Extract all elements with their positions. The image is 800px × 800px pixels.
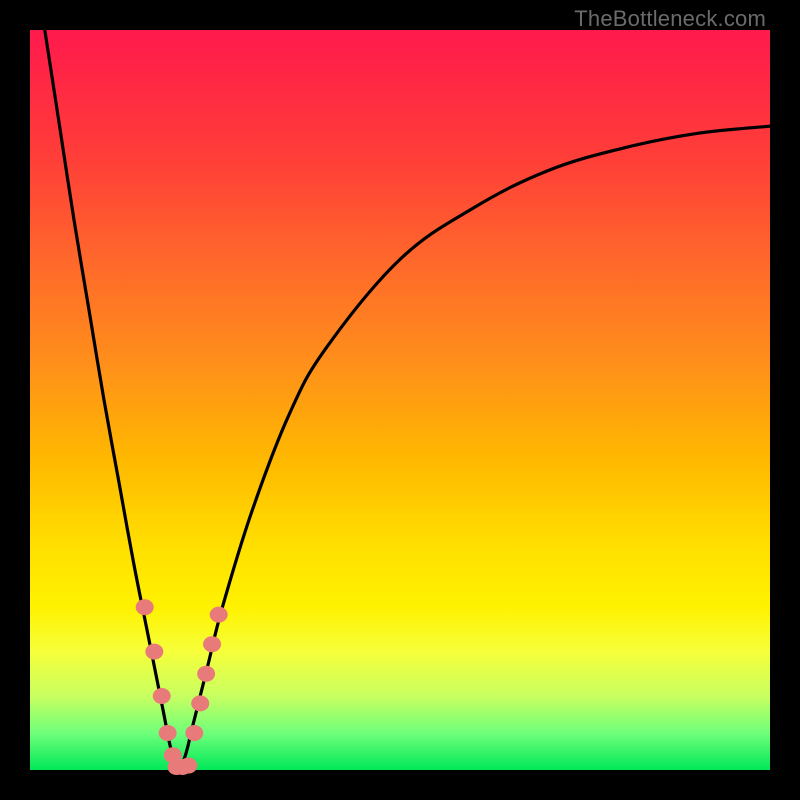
dots-right-branch-dot (197, 666, 215, 682)
dots-right-branch-dot (203, 636, 221, 652)
chart-svg (30, 30, 770, 770)
chart-frame: TheBottleneck.com (0, 0, 800, 800)
dots-right-branch-dot (210, 607, 228, 623)
marker-layer (136, 599, 228, 775)
dots-left-branch-dot (159, 725, 177, 741)
dots-right-branch-dot (191, 695, 209, 711)
dots-right-branch-dot (185, 725, 203, 741)
plot-area (30, 30, 770, 770)
dots-left-branch-dot (136, 599, 154, 615)
dots-left-branch-dot (145, 644, 163, 660)
dots-left-branch-dot (153, 688, 171, 704)
dots-minimum-dot (179, 758, 197, 774)
watermark-text: TheBottleneck.com (574, 6, 766, 32)
